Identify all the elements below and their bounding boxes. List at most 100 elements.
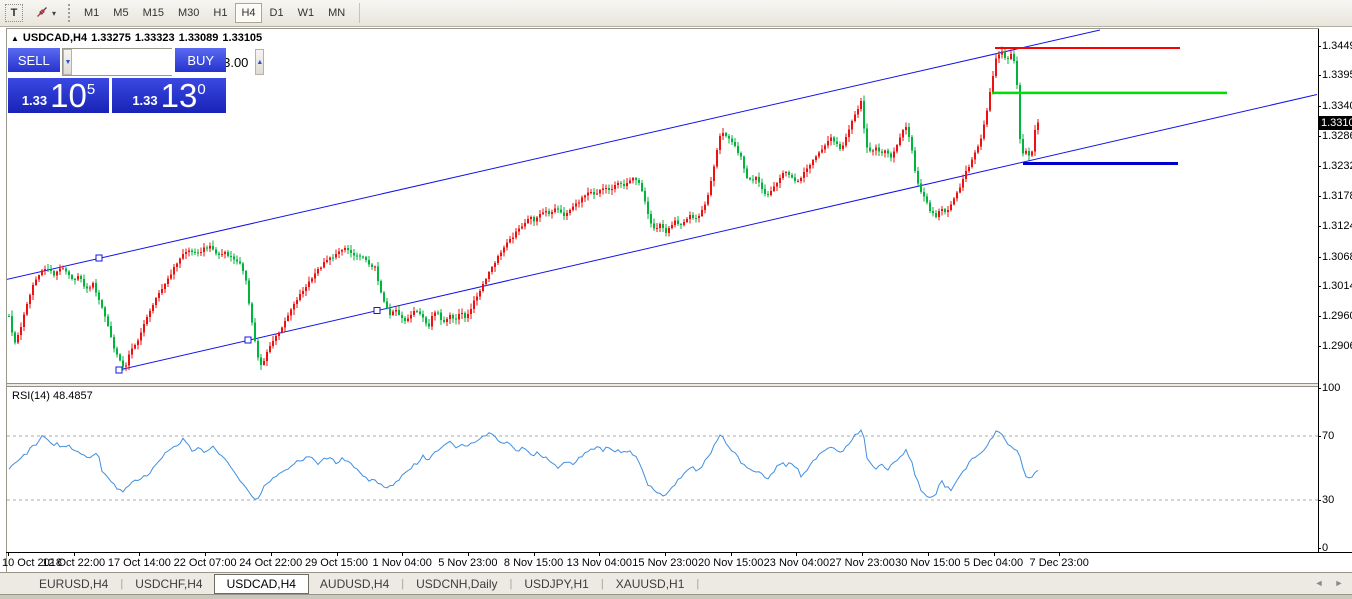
- rsi-axis-tick: [1318, 436, 1321, 437]
- tab-usdchf-h4[interactable]: USDCHF,H4: [124, 574, 213, 594]
- price-axis-label: 1.29605: [1322, 310, 1352, 323]
- text-tool-label: T: [11, 7, 18, 19]
- sell-price-big: 10: [50, 81, 87, 111]
- price-axis-label: 1.32320: [1322, 160, 1352, 173]
- tab-separator: |: [401, 578, 404, 590]
- tab-scroll-left-button[interactable]: ◄: [1312, 577, 1326, 589]
- text-tool-button[interactable]: T: [5, 4, 23, 22]
- price-axis-tick: [1318, 257, 1321, 258]
- tab-separator: |: [601, 578, 604, 590]
- arrow-left-icon: ◄: [1315, 578, 1324, 588]
- time-axis-tick: [271, 553, 272, 556]
- tab-scroll-right-button[interactable]: ►: [1332, 577, 1346, 589]
- time-axis-tick: [8, 553, 9, 556]
- symbol-label: USDCAD,H4: [23, 32, 87, 44]
- sell-price-sup: 5: [87, 81, 95, 98]
- price-axis-label: 1.31780: [1322, 190, 1352, 203]
- time-axis-tick: [139, 553, 140, 556]
- one-click-trading-widget: SELL ▼ ▲ BUY 1.33 10 5: [8, 48, 226, 113]
- triangle-up-icon: ▲: [256, 59, 263, 66]
- time-axis-tick: [731, 553, 732, 556]
- tab-separator: |: [696, 578, 699, 590]
- timeframe-button-d1[interactable]: D1: [264, 3, 290, 23]
- time-axis-tick: [862, 553, 863, 556]
- timeframe-button-m1[interactable]: M1: [78, 3, 105, 23]
- time-axis-label: 7 Dec 23:00: [1014, 557, 1104, 569]
- tab-usdcad-h4[interactable]: USDCAD,H4: [214, 574, 309, 594]
- tab-separator: |: [509, 578, 512, 590]
- buy-button-label: BUY: [187, 53, 214, 68]
- price-axis-label: 1.30145: [1322, 280, 1352, 293]
- timeframe-button-m15[interactable]: M15: [137, 3, 170, 23]
- buy-price-display[interactable]: 1.33 13 0: [112, 78, 226, 113]
- time-axis-tick: [796, 553, 797, 556]
- price-axis-tick: [1318, 106, 1321, 107]
- volume-stepper: ▼ ▲: [62, 48, 172, 76]
- chart-tab-bar: EURUSD,H4|USDCHF,H4USDCAD,H4AUDUSD,H4|US…: [0, 572, 1352, 594]
- buy-price-sup: 0: [197, 81, 205, 98]
- price-axis-tick: [1318, 226, 1321, 227]
- buy-button[interactable]: BUY: [175, 48, 226, 74]
- timeframe-button-h4[interactable]: H4: [235, 3, 261, 23]
- time-axis-tick: [205, 553, 206, 556]
- price-axis[interactable]: 1.33105 1.34495 1.33955 1.33400 1.32860 1.32…: [1319, 28, 1352, 572]
- current-price-tag: 1.33105: [1319, 116, 1352, 130]
- ohlc-low: 1.33089: [179, 32, 219, 44]
- timeframe-buttons: M1M5M15M30H1H4D1W1MN: [78, 3, 351, 23]
- price-axis-label: 1.32860: [1322, 130, 1352, 143]
- rsi-label: RSI(14) 48.4857: [12, 390, 93, 402]
- volume-input[interactable]: [72, 49, 255, 75]
- price-axis-tick: [1318, 166, 1321, 167]
- toolbar-separator: [359, 3, 360, 23]
- tab-xauusd-h1[interactable]: XAUUSD,H1: [605, 574, 696, 594]
- arrows-icon: [34, 4, 50, 23]
- tab-audusd-h4[interactable]: AUDUSD,H4: [309, 574, 400, 594]
- volume-decrease-button[interactable]: ▼: [63, 49, 72, 75]
- time-axis-tick: [534, 553, 535, 556]
- time-axis-tick: [468, 553, 469, 556]
- timeframe-button-w1[interactable]: W1: [292, 3, 321, 23]
- time-axis[interactable]: 10 Oct 201812 Oct 22:0017 Oct 14:0022 Oc…: [7, 553, 1352, 572]
- ohlc-open: 1.33275: [91, 32, 131, 44]
- rsi-axis-label: 100: [1322, 382, 1352, 395]
- chart-title: ▲USDCAD,H41.332751.333231.330891.33105: [11, 32, 266, 44]
- volume-increase-button[interactable]: ▲: [255, 49, 264, 75]
- tab-usdcnh-daily[interactable]: USDCNH,Daily: [405, 574, 508, 594]
- sell-button[interactable]: SELL: [8, 48, 60, 74]
- rsi-axis-tick: [1318, 500, 1321, 501]
- price-axis-label: 1.33955: [1322, 69, 1352, 82]
- time-axis-tick: [928, 553, 929, 556]
- tab-usdjpy-h1[interactable]: USDJPY,H1: [513, 574, 599, 594]
- buy-price-prefix: 1.33: [132, 93, 157, 108]
- price-axis-tick: [1318, 196, 1321, 197]
- price-axis-label: 1.31240: [1322, 220, 1352, 233]
- ohlc-high: 1.33323: [135, 32, 175, 44]
- sell-price-prefix: 1.33: [22, 93, 47, 108]
- triangle-down-icon: ▼: [64, 59, 71, 66]
- mt4-terminal: T ▾ M1M5M15M30H1H4D1W1MN ▲ USDCAD,H4 1.332…: [0, 0, 1352, 599]
- buy-price-big: 13: [161, 81, 198, 111]
- price-axis-label: 1.33400: [1322, 100, 1352, 113]
- time-axis-tick: [74, 553, 75, 556]
- price-axis-tick: [1318, 75, 1321, 76]
- price-axis-label: 1.29065: [1322, 340, 1352, 353]
- timeframe-button-h1[interactable]: H1: [207, 3, 233, 23]
- collapse-arrow-icon[interactable]: ▲: [11, 34, 19, 43]
- price-axis-label: 1.34495: [1322, 40, 1352, 53]
- arrows-tool-button[interactable]: ▾: [32, 3, 58, 23]
- tab-eurusd-h4[interactable]: EURUSD,H4: [28, 574, 119, 594]
- time-axis-tick: [402, 553, 403, 556]
- time-axis-tick: [599, 553, 600, 556]
- time-axis-tick: [337, 553, 338, 556]
- price-axis-tick: [1318, 136, 1321, 137]
- toolbar-grip[interactable]: [68, 4, 70, 22]
- price-axis-tick: [1318, 316, 1321, 317]
- sell-price-display[interactable]: 1.33 10 5: [8, 78, 109, 113]
- status-strip: [0, 594, 1352, 599]
- timeframe-button-m5[interactable]: M5: [107, 3, 134, 23]
- timeframe-button-mn[interactable]: MN: [322, 3, 351, 23]
- timeframe-button-m30[interactable]: M30: [172, 3, 205, 23]
- tab-separator: |: [120, 578, 123, 590]
- rsi-axis-label: 30: [1322, 494, 1352, 507]
- chart-tabs: EURUSD,H4|USDCHF,H4USDCAD,H4AUDUSD,H4|US…: [28, 574, 700, 594]
